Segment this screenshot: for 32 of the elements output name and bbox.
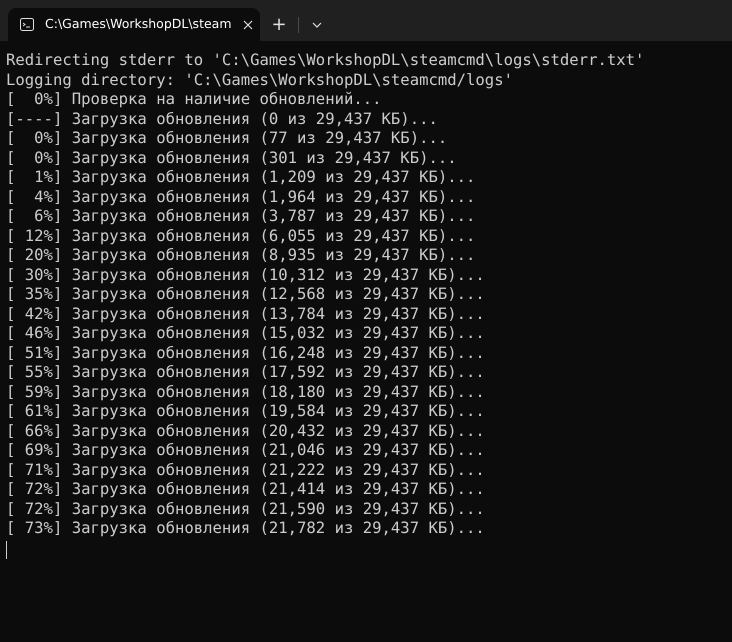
terminal-icon <box>20 18 34 31</box>
terminal-line: [ 0%] Проверка на наличие обновлений... <box>6 90 382 110</box>
terminal-line: [ 69%] Загрузка обновления (21,046 из 29,437 КБ)... <box>6 441 485 460</box>
terminal-line: [ 35%] Загрузка обновления (12,568 из 29,437 КБ)... <box>6 285 485 304</box>
terminal-line: [ 61%] Загрузка обновления (19,584 из 29,437 КБ)... <box>6 402 485 422</box>
terminal-line: [ 1%] Загрузка обновления (1,209 из 29,437 КБ)... <box>6 168 476 188</box>
terminal-line: [ 4%] Загрузка обновления (1,964 из 29,437 КБ)... <box>6 188 476 207</box>
terminal-line: [ 46%] Загрузка обновления (15,032 из 29,437 КБ)... <box>6 324 485 344</box>
terminal-line: [ 72%] Загрузка обновления (21,414 из 29,437 КБ)... <box>6 480 485 500</box>
terminal-line: [ 72%] Загрузка обновления (21,590 из 29,437 КБ)... <box>6 500 485 519</box>
terminal-line: [ 66%] Загрузка обновления (20,432 из 29,437 КБ)... <box>6 422 485 441</box>
new-tab-button[interactable]: + <box>260 10 298 38</box>
terminal-line: [ 59%] Загрузка обновления (18,180 из 29,437 КБ)... <box>6 382 485 402</box>
terminal-line: [ 0%] Загрузка обновления (77 из 29,437 КБ)... <box>6 129 448 148</box>
terminal-line: [ 12%] Загрузка обновления (6,055 из 29,437 КБ)... <box>6 226 476 246</box>
chevron-down-icon <box>312 22 322 28</box>
text-cursor <box>6 540 7 558</box>
terminal-line: [ 55%] Загрузка обновления (17,592 из 29,437 КБ)... <box>6 363 485 382</box>
terminal-tab[interactable]: C:\Games\WorkshopDL\steam <box>8 8 260 41</box>
terminal-line: [ 6%] Загрузка обновления (3,787 из 29,437 КБ)... <box>6 207 476 226</box>
close-icon[interactable] <box>242 20 252 30</box>
terminal-line: [ 71%] Загрузка обновления (21,222 из 29,437 КБ)... <box>6 460 485 480</box>
terminal-line: [ 30%] Загрузка обновления (10,312 из 29,437 КБ)... <box>6 266 485 285</box>
terminal-line: Redirecting stderr to 'C:\Games\WorkshopDL\steamcmd\logs\stderr.txt' <box>6 51 644 70</box>
terminal-line: [ 20%] Загрузка обновления (8,935 из 29,437 КБ)... <box>6 246 476 266</box>
terminal-line: [----] Загрузка обновления (0 из 29,437 КБ)... <box>6 110 438 129</box>
terminal-line: Logging directory: 'C:\Games\WorkshopDL\steamcmd/logs' <box>6 70 513 90</box>
terminal-line: [ 73%] Загрузка обновления (21,782 из 29,437 КБ)... <box>6 519 485 538</box>
terminal-line: [ 0%] Загрузка обновления (301 из 29,437 КБ)... <box>6 148 457 168</box>
terminal-line: [ 51%] Загрузка обновления (16,248 из 29,437 КБ)... <box>6 344 485 363</box>
terminal-line: [ 42%] Загрузка обновления (13,784 из 29,437 КБ)... <box>6 304 485 324</box>
tab-title: C:\Games\WorkshopDL\steam <box>45 15 232 34</box>
